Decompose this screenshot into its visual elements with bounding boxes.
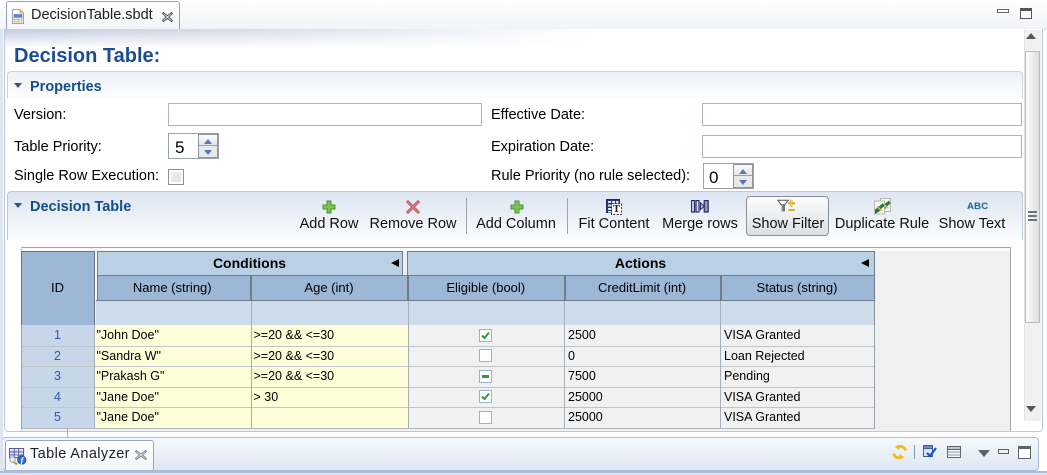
svg-text:T: T	[613, 204, 620, 215]
